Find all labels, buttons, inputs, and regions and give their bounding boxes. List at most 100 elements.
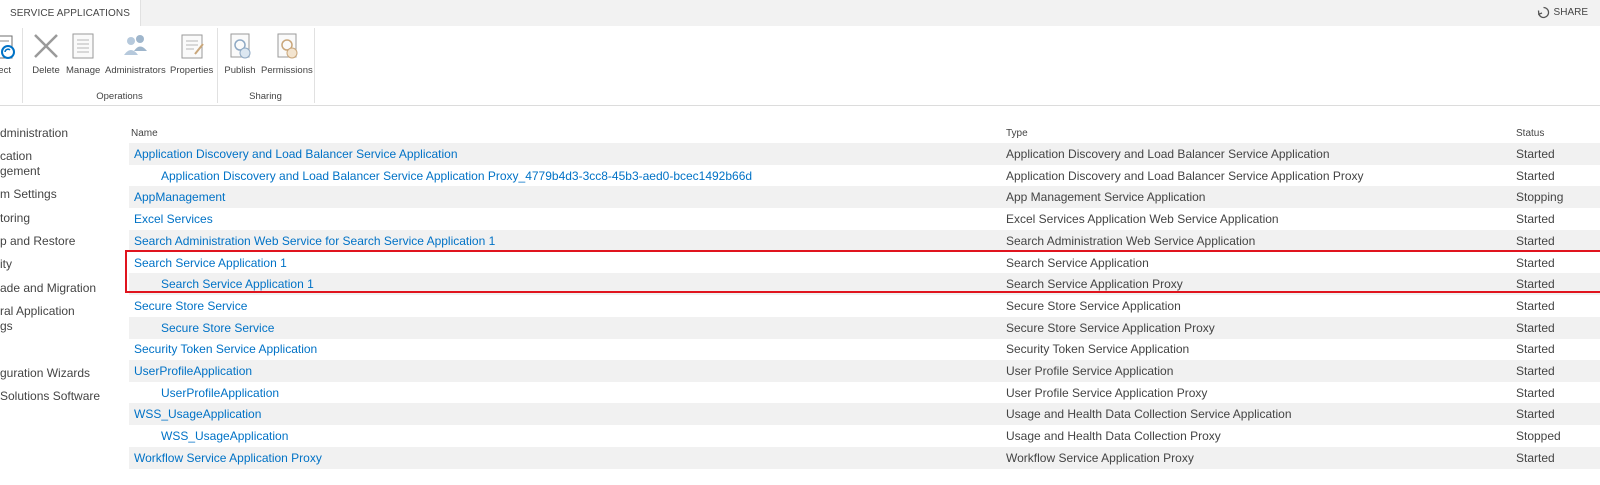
nav-item-monitoring[interactable]: toring — [0, 211, 30, 226]
table-row[interactable]: WSS_UsageApplication Usage and Health Dat… — [129, 425, 1600, 447]
delete-button[interactable]: Delete — [30, 30, 62, 76]
group-label-operations: Operations — [96, 91, 143, 102]
nav-item-general-application-line2[interactable]: gs — [0, 319, 13, 334]
ribbon: nect Delete Manage Administrators — [0, 26, 1600, 106]
permissions-icon — [277, 33, 298, 59]
nav-item-solutions-software[interactable]: Solutions Software — [0, 389, 100, 404]
permissions-button[interactable]: Permissions — [261, 30, 313, 76]
service-application-name-link[interactable]: Search Administration Web Service for Se… — [134, 230, 495, 252]
table-row[interactable]: Application Discovery and Load Balancer … — [129, 143, 1600, 165]
table-row[interactable]: Secure Store Service Secure Store Service… — [129, 316, 1600, 339]
nav-item-system-settings[interactable]: m Settings — [0, 187, 57, 202]
service-application-status: Started — [1516, 364, 1555, 378]
service-application-status: Stopped — [1516, 429, 1561, 444]
service-application-status: Started — [1516, 233, 1555, 248]
group-label-sharing: Sharing — [249, 91, 282, 102]
nav-item-backup-and-restore[interactable]: p and Restore — [0, 234, 75, 249]
publish-button[interactable]: Publish — [224, 30, 256, 76]
manage-label: Manage — [66, 65, 101, 76]
permissions-label: Permissions — [261, 65, 313, 76]
service-application-type: Security Token Service Application — [1006, 342, 1190, 357]
administrators-icon — [124, 35, 148, 55]
service-application-name-link[interactable]: Application Discovery and Load Balancer … — [134, 143, 458, 165]
service-application-name-link[interactable]: Workflow Service Application Proxy — [134, 447, 322, 469]
service-application-type: Secure Store Service Application Proxy — [1006, 320, 1215, 335]
service-application-status: Started — [1516, 168, 1555, 183]
table-row[interactable]: Excel Services Excel Services Application… — [129, 208, 1600, 230]
service-application-name-link[interactable]: WSS_UsageApplication — [161, 425, 288, 447]
properties-button[interactable]: Properties — [170, 30, 213, 76]
table-row[interactable]: Application Discovery and Load Balancer … — [129, 165, 1600, 187]
service-application-status: Started — [1516, 298, 1555, 313]
table-row[interactable]: WSS_UsageApplication Usage and Health Dat… — [129, 403, 1600, 426]
service-application-type: Application Discovery and Load Balancer … — [1006, 147, 1330, 161]
service-application-type: Workflow Service Application Proxy — [1006, 450, 1194, 465]
nav-item-security[interactable]: ity — [0, 257, 12, 272]
service-application-status: Started — [1516, 255, 1555, 270]
service-application-type: Secure Store Service Application — [1006, 298, 1181, 313]
delete-label: Delete — [32, 65, 60, 76]
table-row[interactable]: Search Service Application 1 Search Servi… — [129, 252, 1600, 274]
table-row[interactable]: Security Token Service Application Securi… — [129, 338, 1600, 360]
service-application-type: Application Discovery and Load Balancer … — [1006, 168, 1364, 183]
service-application-type: App Management Service Application — [1006, 190, 1206, 205]
table-row[interactable]: Workflow Service Application Proxy Workfl… — [129, 446, 1600, 469]
administrators-label: Administrators — [105, 65, 166, 76]
table-row[interactable]: Secure Store Service Secure Store Service… — [129, 295, 1600, 317]
nav-item-application-management-central[interactable]: dministration — [0, 126, 68, 141]
service-application-status: Stopping — [1516, 190, 1564, 205]
service-application-name-link[interactable]: Secure Store Service — [134, 295, 247, 317]
service-application-status: Started — [1516, 342, 1555, 357]
properties-icon — [181, 34, 204, 59]
nav-item-general-application[interactable]: ral Application — [0, 304, 75, 319]
service-application-status: Started — [1516, 450, 1555, 465]
table-row[interactable]: AppManagement App Management Service Appl… — [129, 186, 1600, 209]
service-application-type: Search Service Application — [1006, 255, 1149, 270]
service-application-name-link[interactable]: AppManagement — [134, 186, 225, 208]
share-icon — [1537, 6, 1549, 19]
service-application-name-link[interactable]: WSS_UsageApplication — [134, 403, 261, 425]
column-header-name[interactable]: Name — [131, 128, 158, 139]
connect-button[interactable]: nect — [0, 30, 18, 76]
table-row[interactable]: UserProfileApplication User Profile Servi… — [129, 382, 1600, 404]
nav-item-configuration-wizards[interactable]: guration Wizards — [0, 366, 90, 381]
service-application-type: User Profile Service Application — [1006, 364, 1174, 378]
publish-icon — [230, 33, 251, 59]
column-header-status[interactable]: Status — [1516, 128, 1544, 139]
ribbon-tab-bar: SERVICE APPLICATIONS SHARE — [0, 0, 1600, 27]
nav-item-application-management-line2[interactable]: gement — [0, 164, 40, 179]
table-row[interactable]: Search Administration Web Service for Se… — [129, 229, 1600, 252]
table-row[interactable]: UserProfileApplication User Profile Servi… — [129, 360, 1600, 382]
connect-icon — [0, 35, 15, 59]
service-application-status: Started — [1516, 212, 1555, 227]
service-application-type: Usage and Health Data Collection Service… — [1006, 407, 1292, 422]
service-application-name-link[interactable]: Excel Services — [134, 208, 213, 230]
service-application-status: Started — [1516, 407, 1555, 422]
ribbon-separator — [314, 28, 315, 103]
service-application-name-link[interactable]: Secure Store Service — [161, 317, 274, 339]
service-application-name-link[interactable]: Application Discovery and Load Balancer … — [161, 165, 752, 187]
service-application-name-link[interactable]: Search Service Application 1 — [134, 252, 287, 274]
service-application-name-link[interactable]: Search Service Application 1 — [161, 273, 314, 295]
table-row[interactable]: Search Service Application 1 Search Servi… — [129, 273, 1600, 296]
nav-item-upgrade-and-migration[interactable]: ade and Migration — [0, 281, 96, 296]
connect-label: nect — [0, 65, 11, 76]
tab-service-applications[interactable]: SERVICE APPLICATIONS — [0, 0, 142, 27]
administrators-button[interactable]: Administrators — [105, 30, 166, 76]
service-application-type: User Profile Service Application Proxy — [1006, 385, 1208, 400]
nav-item-application-management[interactable]: cation — [0, 149, 32, 164]
service-application-name-link[interactable]: Security Token Service Application — [134, 338, 317, 360]
service-application-type: Search Administration Web Service Applic… — [1006, 233, 1256, 248]
service-application-status: Started — [1516, 320, 1555, 335]
service-application-type: Excel Services Application Web Service A… — [1006, 212, 1279, 227]
delete-icon — [34, 34, 58, 58]
manage-icon — [72, 33, 94, 59]
share-label: SHARE — [1553, 7, 1588, 18]
share-button[interactable]: SHARE — [1537, 6, 1588, 19]
service-application-name-link[interactable]: UserProfileApplication — [161, 382, 279, 404]
publish-label: Publish — [224, 65, 256, 76]
column-header-type[interactable]: Type — [1006, 128, 1028, 139]
service-application-name-link[interactable]: UserProfileApplication — [134, 360, 252, 382]
service-application-status: Started — [1516, 277, 1555, 292]
manage-button[interactable]: Manage — [66, 30, 100, 76]
